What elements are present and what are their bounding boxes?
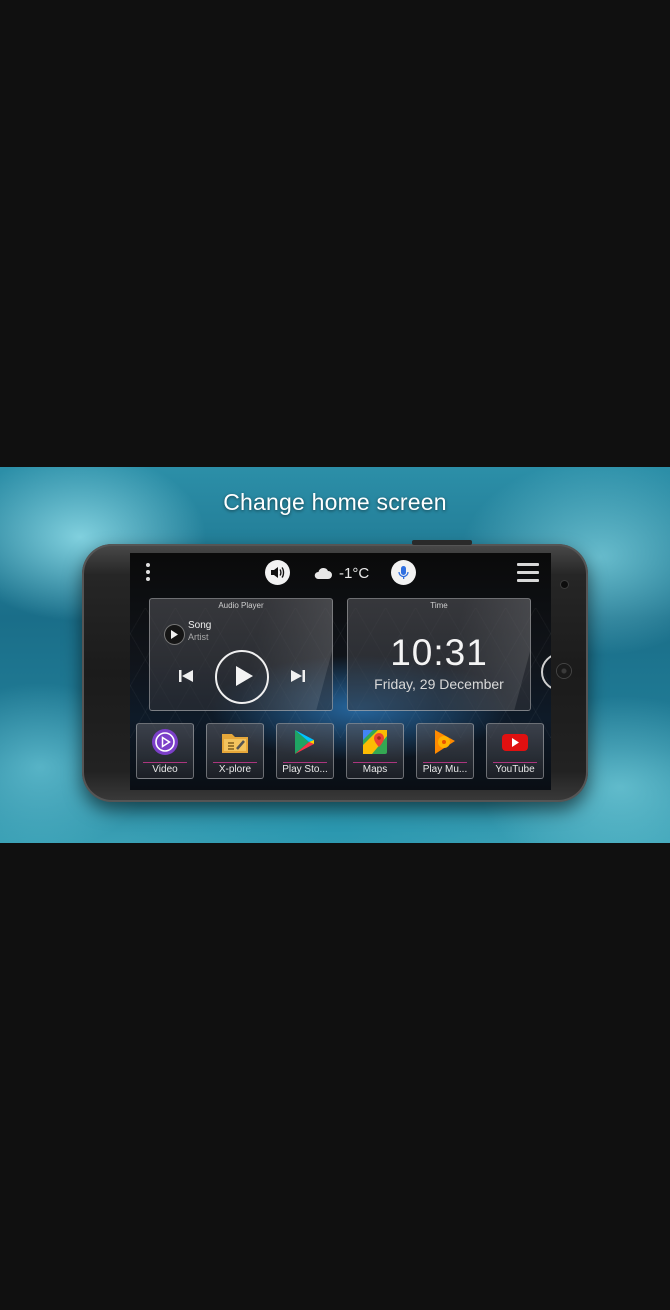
audio-player-widget[interactable]: Audio Player Song Artist bbox=[149, 598, 333, 711]
weather-indicator[interactable]: -1°C bbox=[313, 563, 369, 583]
app-play-store[interactable]: Play Sto... bbox=[276, 723, 334, 779]
previous-track-button[interactable] bbox=[178, 669, 194, 688]
song-title: Song bbox=[188, 620, 212, 631]
phone-mockup: -1°C Audio Player Song Artist Time 10:31… bbox=[82, 540, 588, 802]
time-widget[interactable]: Time 10:31 Friday, 29 December bbox=[347, 598, 531, 711]
hamburger-menu-icon[interactable] bbox=[517, 563, 539, 583]
app-label: Play Mu... bbox=[422, 764, 468, 775]
app-label: YouTube bbox=[495, 764, 535, 775]
skip-next-icon bbox=[291, 670, 305, 682]
app-label: X-plore bbox=[218, 764, 252, 775]
camera-dot bbox=[561, 581, 568, 588]
app-xplore[interactable]: X-plore bbox=[206, 723, 264, 779]
phone-power-button bbox=[412, 540, 472, 545]
voice-search-button[interactable] bbox=[391, 560, 416, 585]
volume-icon bbox=[271, 567, 285, 578]
audio-widget-label: Audio Player bbox=[218, 601, 264, 610]
app-label: Play Sto... bbox=[282, 764, 328, 775]
app-dock: Video X-plore Play Sto... Maps Play Mu..… bbox=[136, 723, 546, 779]
side-dial-knob[interactable] bbox=[541, 653, 551, 691]
play-icon bbox=[236, 666, 253, 686]
maps-icon bbox=[363, 730, 387, 754]
banner-title: Change home screen bbox=[223, 489, 447, 515]
app-label: Maps bbox=[362, 764, 388, 775]
volume-button[interactable] bbox=[265, 560, 290, 585]
clock-time: 10:31 bbox=[390, 632, 488, 673]
app-label: Video bbox=[152, 764, 178, 775]
next-track-button[interactable] bbox=[290, 669, 306, 688]
microphone-icon bbox=[398, 566, 409, 579]
song-play-icon[interactable] bbox=[165, 625, 184, 644]
play-button[interactable] bbox=[215, 650, 269, 704]
car-launcher-screen: -1°C Audio Player Song Artist Time 10:31… bbox=[130, 553, 551, 790]
app-youtube[interactable]: YouTube bbox=[486, 723, 544, 779]
clock-date: Friday, 29 December bbox=[374, 676, 504, 692]
menu-dots-icon[interactable] bbox=[144, 563, 152, 583]
song-artist: Artist bbox=[188, 632, 209, 642]
app-play-music[interactable]: Play Mu... bbox=[416, 723, 474, 779]
time-widget-label: Time bbox=[430, 601, 448, 610]
weather-temperature: -1°C bbox=[339, 564, 370, 582]
app-maps[interactable]: Maps bbox=[346, 723, 404, 779]
play-store-icon bbox=[295, 730, 314, 754]
skip-previous-icon bbox=[179, 670, 193, 682]
promo-banner: Change home screen -1°C Audio Player Son… bbox=[0, 467, 670, 843]
cloud-icon bbox=[314, 567, 332, 579]
play-music-icon bbox=[435, 730, 455, 754]
app-video[interactable]: Video bbox=[136, 723, 194, 779]
youtube-icon bbox=[502, 734, 528, 751]
speaker-icon bbox=[557, 664, 571, 678]
folder-icon bbox=[222, 734, 248, 753]
status-bar: -1°C bbox=[130, 553, 551, 593]
video-icon bbox=[152, 729, 178, 755]
